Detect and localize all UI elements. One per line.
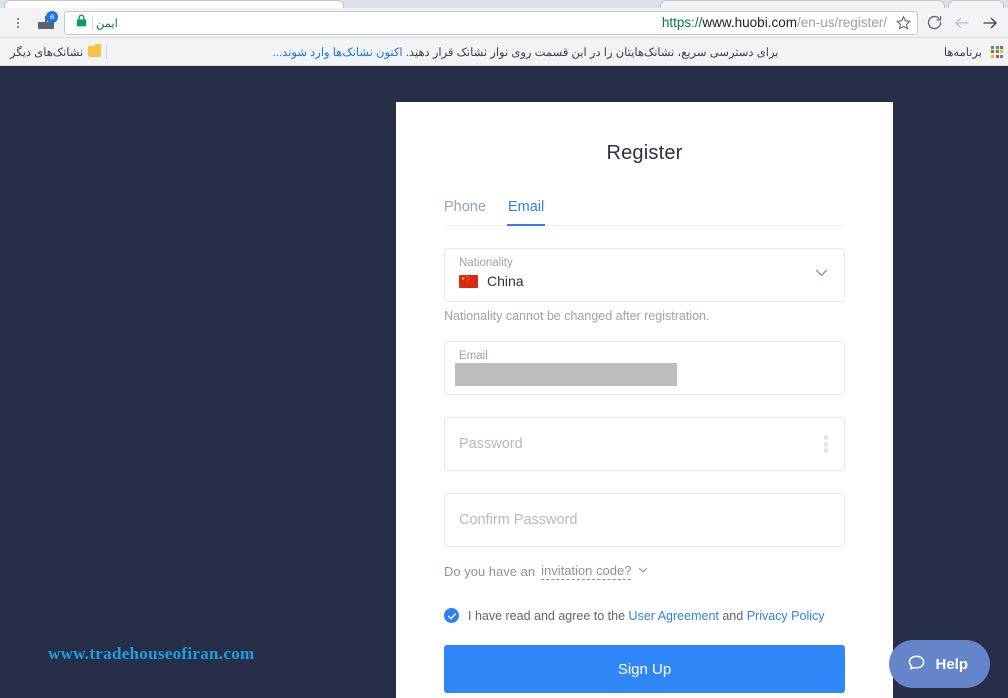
- register-card: Register Phone Email Nationality China N…: [396, 102, 893, 698]
- password-field[interactable]: Password: [444, 417, 845, 471]
- secure-label: ایمن: [92, 15, 121, 30]
- bookmark-apps[interactable]: برنامه‌ها: [939, 43, 987, 61]
- forward-arrow-icon[interactable]: [978, 11, 1002, 35]
- chat-bubble-icon: [907, 653, 926, 676]
- browser-toolbar: a https://www.huobi.com/en-us/register/ …: [0, 8, 1008, 38]
- agreement-text-before: I have read and agree to the: [468, 608, 626, 623]
- user-agreement-link[interactable]: User Agreement: [629, 609, 719, 623]
- browser-tab-1[interactable]: [4, 0, 344, 8]
- agreement-text-middle: and: [722, 608, 744, 623]
- invitation-prefix: Do you have an: [444, 564, 536, 579]
- nationality-label: Nationality: [459, 257, 513, 269]
- chevron-down-icon[interactable]: [813, 264, 830, 286]
- china-flag-icon: [459, 274, 478, 288]
- site-watermark: www.tradehouseofiran.com: [48, 644, 255, 663]
- nationality-value: China: [487, 273, 524, 289]
- confirm-password-field[interactable]: Confirm Password: [444, 493, 845, 547]
- other-bookmarks[interactable]: نشانک‌های دیگر: [5, 43, 88, 61]
- email-label: Email: [459, 350, 488, 362]
- three-dots-vertical-icon[interactable]: [6, 11, 30, 35]
- chevron-down-icon[interactable]: [637, 564, 649, 579]
- address-bar[interactable]: https://www.huobi.com/en-us/register/ ای…: [64, 10, 918, 35]
- folder-icon[interactable]: [88, 44, 102, 57]
- bookmarks-hint: برای دسترسی سریع، نشانک‌هایتان را در این…: [112, 45, 939, 59]
- password-placeholder: Password: [459, 436, 523, 452]
- help-widget-label: Help: [935, 655, 968, 673]
- page-title: Register: [606, 142, 683, 164]
- url-text: https://www.huobi.com/en-us/register/: [661, 15, 887, 30]
- invitation-code-toggle[interactable]: Do you have an invitation code?: [444, 563, 845, 580]
- help-widget-button[interactable]: Help: [889, 640, 990, 688]
- apps-grid-icon[interactable]: [991, 45, 1003, 58]
- agreement-text: I have read and agree to the User Agreem…: [468, 609, 825, 623]
- tab-email[interactable]: Email: [506, 199, 546, 226]
- email-value-redacted: [455, 363, 677, 386]
- extension-icon[interactable]: a: [34, 10, 58, 35]
- sign-up-button[interactable]: Sign Up: [444, 645, 845, 693]
- extension-badge: a: [46, 10, 58, 23]
- back-arrow-icon[interactable]: [950, 11, 974, 35]
- browser-tab-strip: [0, 0, 1008, 8]
- privacy-policy-link[interactable]: Privacy Policy: [747, 609, 825, 623]
- reload-icon[interactable]: [922, 11, 946, 35]
- email-field[interactable]: Email: [444, 341, 845, 395]
- more-vertical-dots-icon[interactable]: [824, 435, 828, 453]
- agreement-row: I have read and agree to the User Agreem…: [444, 608, 845, 623]
- bookmark-apps-label: برنامه‌ها: [943, 46, 982, 59]
- browser-tab-3[interactable]: [948, 0, 1004, 8]
- star-bookmark-icon[interactable]: [896, 15, 911, 30]
- bookmarks-bar: برنامه‌ها برای دسترسی سریع، نشانک‌هایتان…: [0, 38, 1008, 66]
- nationality-select[interactable]: Nationality China: [444, 248, 845, 302]
- browser-tab-2[interactable]: [660, 0, 945, 8]
- other-bookmarks-label: نشانک‌های دیگر: [10, 46, 84, 59]
- tab-phone[interactable]: Phone: [444, 199, 486, 225]
- bookmarks-divider: [106, 44, 108, 59]
- invitation-link[interactable]: invitation code?: [541, 563, 632, 580]
- nationality-helper-text: Nationality cannot be changed after regi…: [444, 309, 710, 323]
- check-circle-icon[interactable]: [444, 608, 459, 623]
- register-tabs: Phone Email: [444, 199, 845, 226]
- bookmarks-hint-text: برای دسترسی سریع، نشانک‌هایتان را در این…: [405, 46, 779, 59]
- lock-icon: [76, 14, 87, 32]
- import-bookmarks-link[interactable]: اکنون نشانک‌ها وارد شوند...: [273, 47, 403, 59]
- page-body: Register Phone Email Nationality China N…: [0, 66, 1008, 698]
- confirm-password-placeholder: Confirm Password: [459, 512, 578, 528]
